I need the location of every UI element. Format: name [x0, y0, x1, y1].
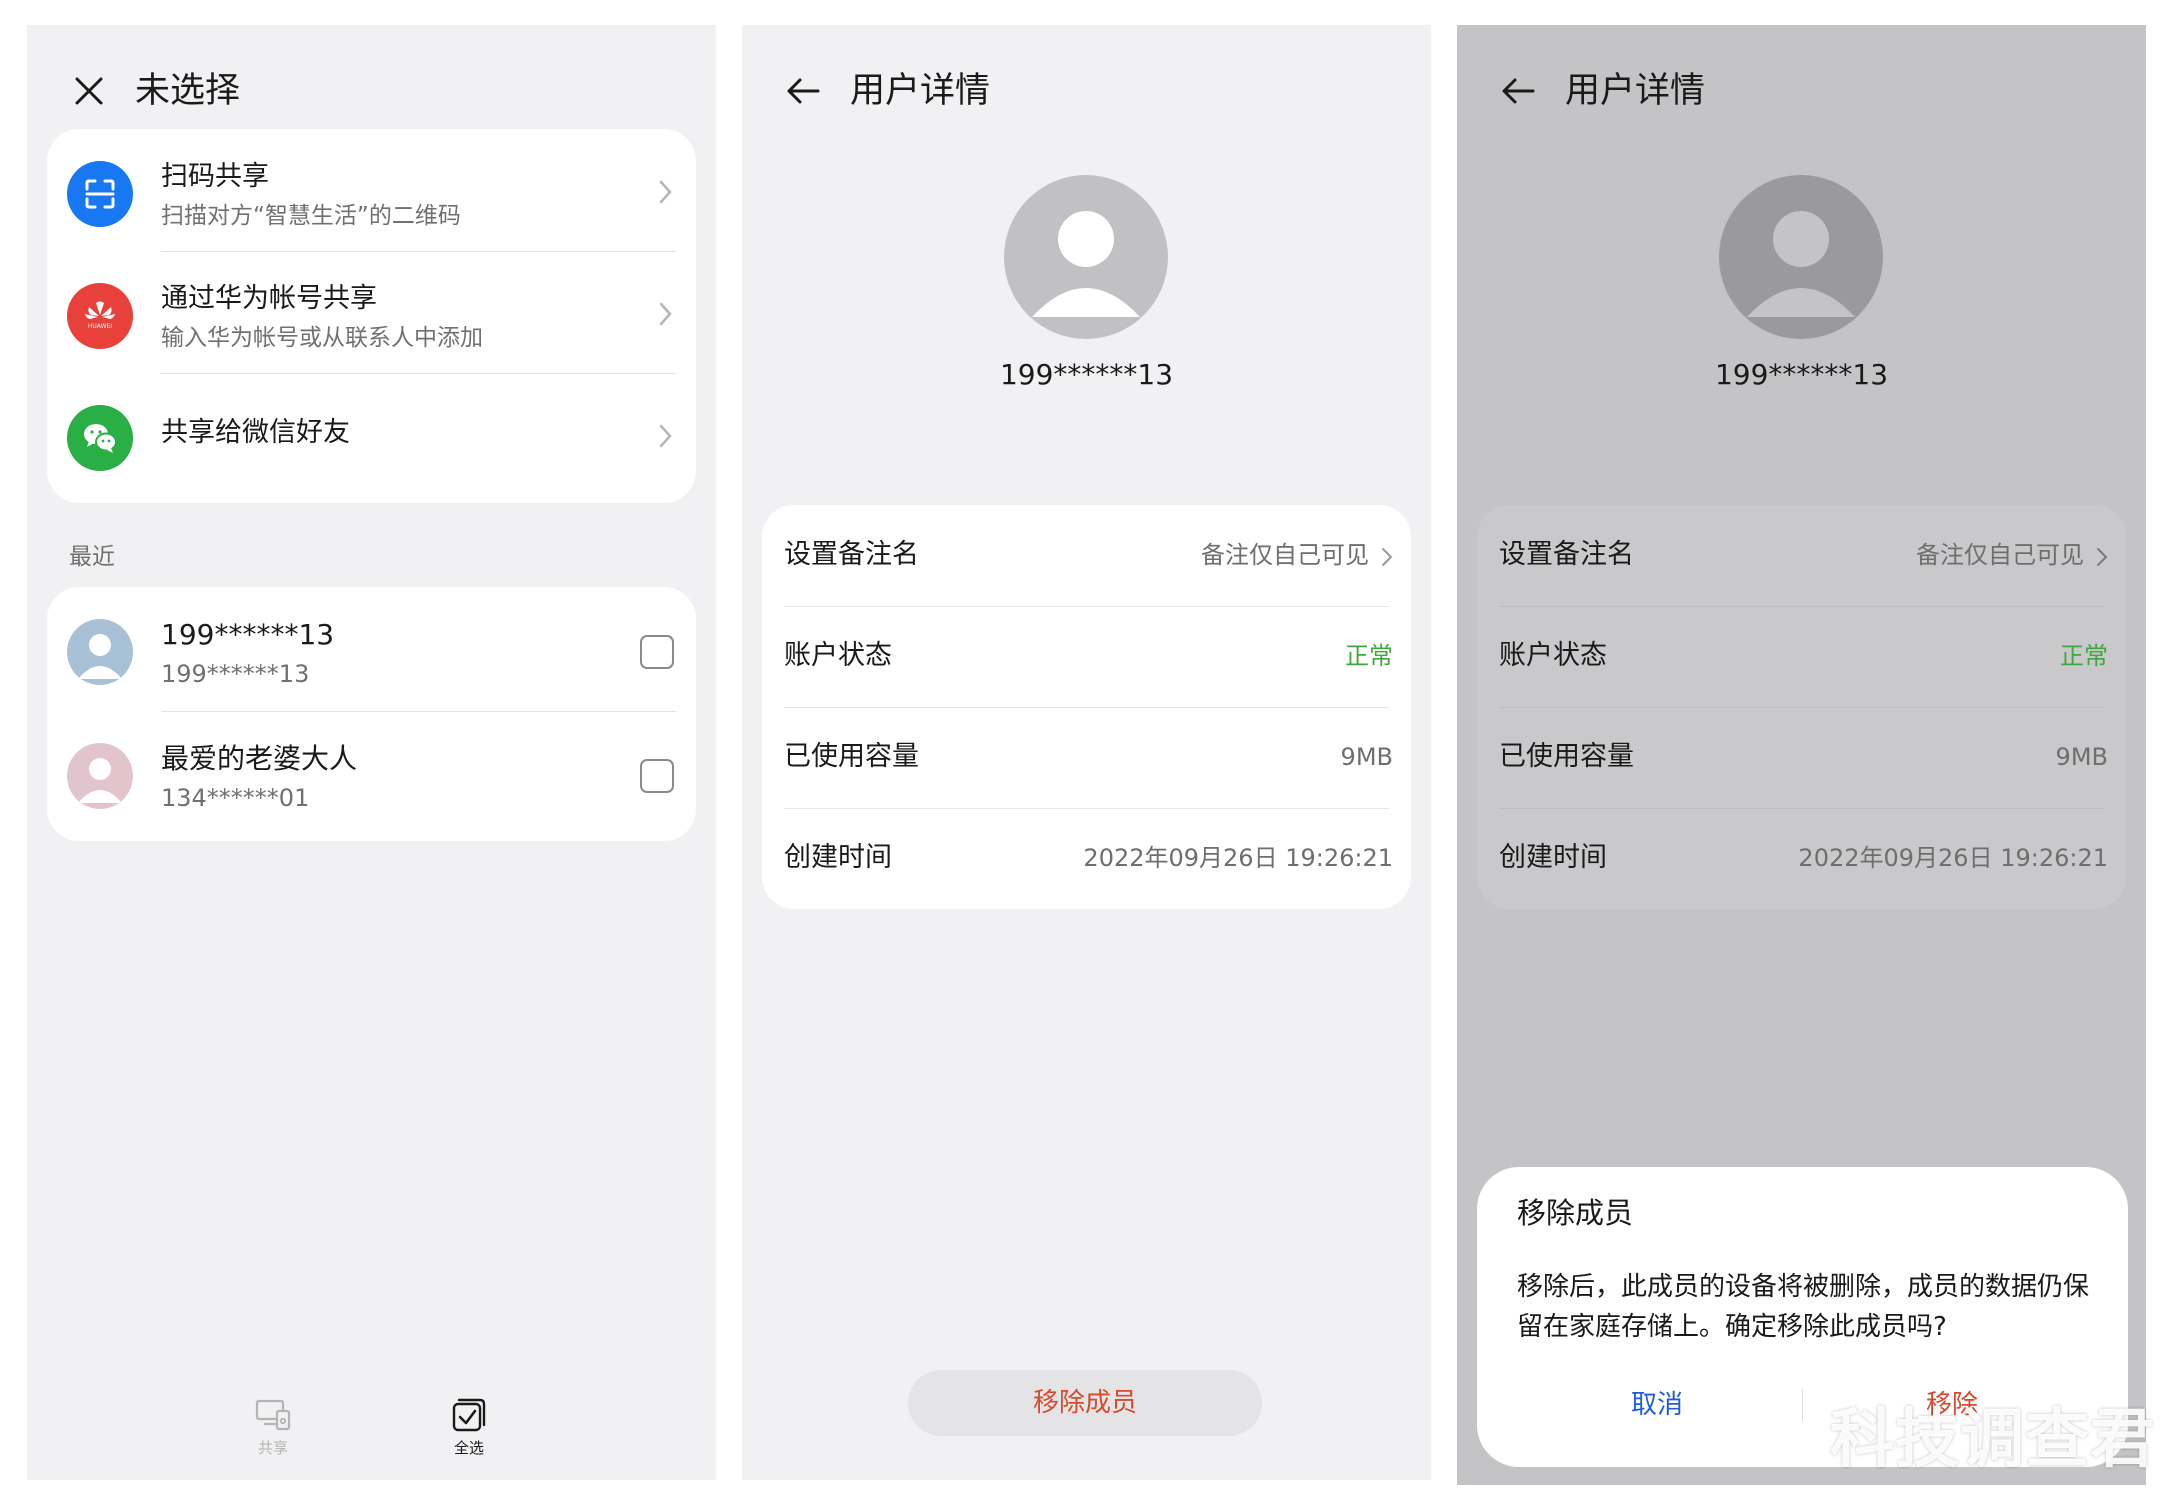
detail-row-storage: 已使用容量 9MB: [762, 707, 1411, 808]
nav-label: 共享: [257, 1439, 288, 1457]
detail-label: 已使用容量: [1499, 741, 1634, 772]
header: 用户详情: [742, 47, 1431, 137]
select-all-icon: [452, 1398, 486, 1432]
back-arrow-icon[interactable]: [1495, 67, 1543, 115]
avatar: [67, 619, 133, 685]
page-title: 用户详情: [850, 71, 991, 111]
chevron-right-icon: [2097, 548, 2108, 566]
detail-value: 9MB: [1340, 743, 1393, 771]
detail-row-remark[interactable]: 设置备注名 备注仅自己可见: [1477, 505, 2126, 606]
user-id: 199******13: [999, 358, 1174, 391]
share-option-title: 扫码共享: [161, 161, 269, 192]
user-id: 199******13: [1714, 358, 1889, 391]
detail-value: 2022年09月26日 19:26:21: [1083, 844, 1393, 872]
header: 未选择: [27, 47, 716, 137]
contact-row[interactable]: 199******13 199******13: [47, 587, 696, 707]
share-nav-button[interactable]: 共享: [223, 1395, 323, 1459]
share-panel: 未选择 扫码共享 扫描对方“智慧生活”的二维码 HUAWEI 通过华为帐号共享 …: [27, 25, 716, 1480]
chevron-right-icon: [659, 302, 672, 326]
select-all-nav-button[interactable]: 全选: [419, 1395, 519, 1459]
detail-label: 已使用容量: [784, 741, 919, 772]
user-detail-dialog-panel: 用户详情 199******13 设置备注名 备注仅自己可见 账户状态 正常 已…: [1457, 25, 2146, 1485]
detail-value: 备注仅自己可见: [1916, 541, 2084, 569]
recent-section-label: 最近: [69, 544, 115, 570]
detail-row-storage: 已使用容量 9MB: [1477, 707, 2126, 808]
chevron-right-icon: [1382, 548, 1393, 566]
user-details-card: 设置备注名 备注仅自己可见 账户状态 正常 已使用容量 9MB 创建时间 202…: [1477, 505, 2126, 909]
share-option-huawei-account[interactable]: HUAWEI 通过华为帐号共享 输入华为帐号或从联系人中添加: [47, 251, 696, 373]
dialog-title: 移除成员: [1517, 1196, 1634, 1230]
scan-qr-icon: [67, 161, 133, 227]
wechat-icon: [67, 405, 133, 471]
contact-checkbox[interactable]: [640, 635, 674, 669]
detail-value: 9MB: [2055, 743, 2108, 771]
nav-label: 全选: [453, 1439, 484, 1457]
detail-label: 账户状态: [784, 640, 892, 671]
share-option-subtitle: 扫描对方“智慧生活”的二维码: [161, 203, 461, 229]
chevron-right-icon: [659, 180, 672, 204]
user-details-card: 设置备注名 备注仅自己可见 账户状态 正常 已使用容量 9MB 创建时间 202…: [762, 505, 1411, 909]
status-value: 正常: [1345, 642, 1393, 670]
share-option-wechat[interactable]: 共享给微信好友: [47, 373, 696, 495]
detail-value: 备注仅自己可见: [1201, 541, 1369, 569]
user-detail-panel: 用户详情 199******13 设置备注名 备注仅自己可见 账户状态 正常 已…: [742, 25, 1431, 1480]
detail-row-remark[interactable]: 设置备注名 备注仅自己可见: [762, 505, 1411, 606]
contact-name: 最爱的老婆大人: [161, 742, 358, 775]
contact-checkbox[interactable]: [640, 759, 674, 793]
share-option-subtitle: 输入华为帐号或从联系人中添加: [161, 325, 483, 351]
page-title: 未选择: [135, 71, 241, 111]
dialog-message: 移除后，此成员的设备将被删除，成员的数据仍保留在家庭存储上。确定移除此成员吗?: [1517, 1272, 2090, 1342]
contact-name: 199******13: [161, 618, 335, 651]
share-option-title: 共享给微信好友: [161, 417, 350, 448]
back-arrow-icon[interactable]: [780, 67, 828, 115]
contact-row[interactable]: 最爱的老婆大人 134******01: [47, 711, 696, 831]
detail-label: 账户状态: [1499, 640, 1607, 671]
chevron-right-icon: [659, 424, 672, 448]
bottom-toolbar: 共享 全选: [27, 1385, 716, 1475]
cancel-button[interactable]: 取消: [1507, 1385, 1807, 1425]
status-value: 正常: [2060, 642, 2108, 670]
close-icon[interactable]: [65, 67, 113, 115]
user-avatar: [1004, 175, 1168, 339]
share-option-scan[interactable]: 扫码共享 扫描对方“智慧生活”的二维码: [47, 129, 696, 251]
detail-row-status: 账户状态 正常: [1477, 606, 2126, 707]
header: 用户详情: [1457, 47, 2146, 137]
avatar: [67, 743, 133, 809]
share-devices-icon: [255, 1399, 291, 1431]
contact-number: 199******13: [161, 660, 310, 688]
detail-row-status: 账户状态 正常: [762, 606, 1411, 707]
detail-row-created: 创建时间 2022年09月26日 19:26:21: [1477, 808, 2126, 909]
contact-number: 134******01: [161, 784, 310, 812]
detail-label: 创建时间: [1499, 842, 1607, 873]
share-option-title: 通过华为帐号共享: [161, 283, 377, 314]
page-title: 用户详情: [1565, 71, 1706, 111]
remove-member-button[interactable]: 移除成员: [908, 1370, 1262, 1436]
detail-label: 创建时间: [784, 842, 892, 873]
recent-contacts-card: 199******13 199******13 最爱的老婆大人 134*****…: [47, 587, 696, 841]
detail-value: 2022年09月26日 19:26:21: [1798, 844, 2108, 872]
detail-label: 设置备注名: [784, 539, 919, 570]
huawei-logo-icon: HUAWEI: [67, 283, 133, 349]
detail-row-created: 创建时间 2022年09月26日 19:26:21: [762, 808, 1411, 909]
detail-label: 设置备注名: [1499, 539, 1634, 570]
watermark: 科技调查君: [1830, 1403, 2155, 1477]
share-options-card: 扫码共享 扫描对方“智慧生活”的二维码 HUAWEI 通过华为帐号共享 输入华为…: [47, 129, 696, 503]
user-avatar: [1719, 175, 1883, 339]
svg-text:HUAWEI: HUAWEI: [88, 323, 112, 330]
